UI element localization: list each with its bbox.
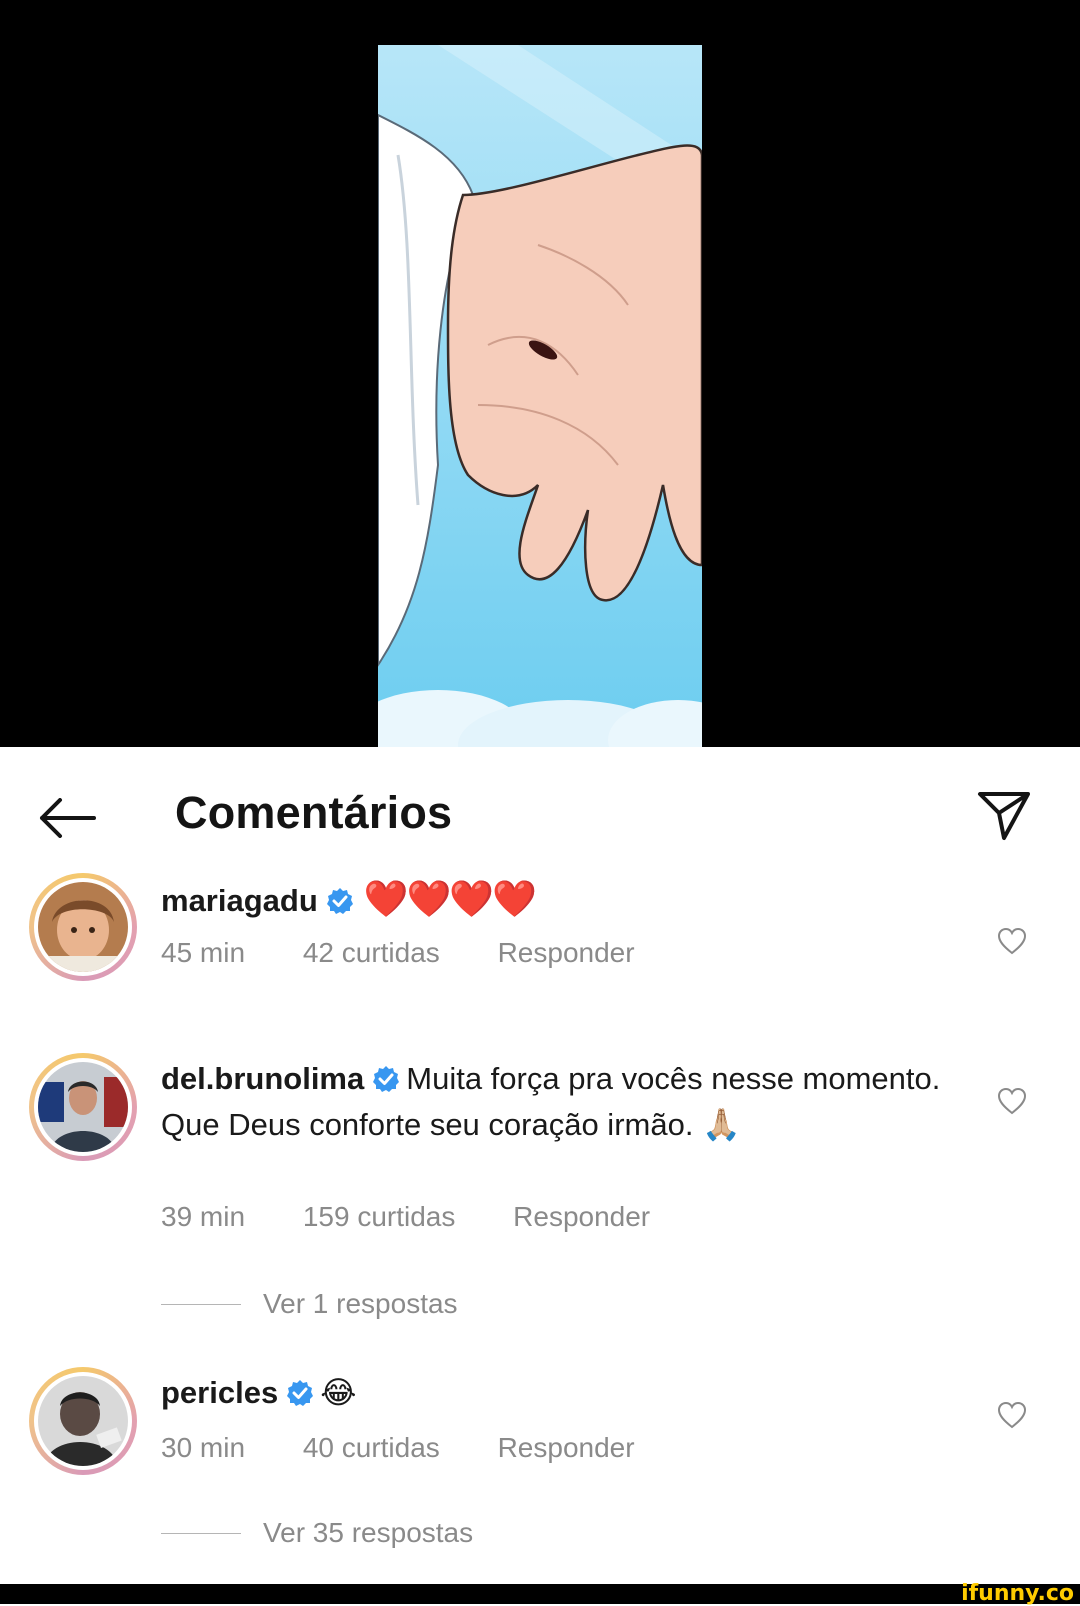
- comment-meta: 45 min 42 curtidas Responder: [161, 937, 685, 969]
- like-heart-icon: [997, 1087, 1027, 1115]
- verified-badge-icon: [372, 1062, 400, 1104]
- reply-button[interactable]: Responder: [513, 1201, 650, 1232]
- comments-header: [0, 747, 1080, 887]
- avatar[interactable]: [29, 1053, 137, 1161]
- reply-button[interactable]: Responder: [498, 937, 635, 968]
- comment-time: 45 min: [161, 937, 246, 968]
- view-replies-label: Ver 1 respostas: [263, 1288, 458, 1319]
- like-heart-icon: [997, 927, 1027, 955]
- view-replies-button[interactable]: Ver 35 respostas: [161, 1517, 473, 1549]
- verified-badge-icon: [286, 1376, 314, 1418]
- comment-text: del.brunolima Muita força pra vocês nesse…: [161, 1058, 961, 1146]
- divider: [161, 1532, 241, 1534]
- comment-text: pericles 😂: [161, 1372, 961, 1418]
- share-button[interactable]: [975, 787, 1033, 845]
- comment-message: ❤️❤️❤️❤️: [363, 878, 537, 919]
- comment-time: 30 min: [161, 1432, 246, 1463]
- avatar[interactable]: [29, 1367, 137, 1475]
- avatar[interactable]: [29, 873, 137, 981]
- like-heart-icon: [997, 1401, 1027, 1429]
- like-button[interactable]: [995, 1398, 1029, 1432]
- comment-time: 39 min: [161, 1201, 246, 1232]
- comment-likes[interactable]: 42 curtidas: [303, 937, 440, 968]
- comment-username[interactable]: pericles: [161, 1375, 278, 1410]
- like-button[interactable]: [995, 924, 1029, 958]
- watermark-bar: [0, 1584, 1080, 1604]
- back-arrow-icon: [40, 798, 96, 838]
- comment-likes[interactable]: 159 curtidas: [303, 1201, 456, 1232]
- avatar-image: [38, 1062, 128, 1152]
- comment-text: mariagadu ❤️❤️❤️❤️: [161, 878, 961, 926]
- comment-meta: 39 min 159 curtidas Responder: [161, 1201, 700, 1233]
- avatar-image: [38, 882, 128, 972]
- avatar-image: [38, 1376, 128, 1466]
- verified-badge-icon: [326, 884, 354, 926]
- post-media: [0, 0, 1080, 747]
- view-replies-label: Ver 35 respostas: [263, 1517, 474, 1548]
- post-image: [378, 45, 702, 747]
- comment-username[interactable]: del.brunolima: [161, 1061, 364, 1096]
- watermark: ifunny.co: [961, 1581, 1074, 1606]
- divider: [161, 1303, 241, 1305]
- send-icon: [978, 792, 1030, 840]
- comment-meta: 30 min 40 curtidas Responder: [161, 1432, 685, 1464]
- comment-message: 😂: [320, 1375, 357, 1410]
- comment-likes[interactable]: 40 curtidas: [303, 1432, 440, 1463]
- back-button[interactable]: [36, 795, 98, 841]
- like-button[interactable]: [995, 1084, 1029, 1118]
- page-title: Comentários: [175, 787, 453, 838]
- reply-button[interactable]: Responder: [498, 1432, 635, 1463]
- comment-username[interactable]: mariagadu: [161, 883, 318, 918]
- view-replies-button[interactable]: Ver 1 respostas: [161, 1288, 458, 1320]
